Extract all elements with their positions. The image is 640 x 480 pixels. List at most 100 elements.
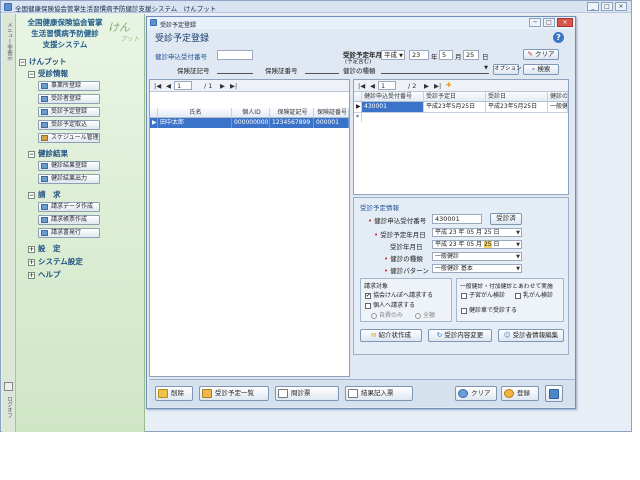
page-input[interactable]: 1 bbox=[378, 81, 396, 90]
cell-kind: 一般健診 bbox=[550, 102, 568, 112]
tree-root[interactable]: − けんプット bbox=[19, 56, 67, 67]
tree-section-billing[interactable]: − 請 求 bbox=[28, 189, 61, 200]
clear-button[interactable]: ✎ クリア bbox=[523, 49, 559, 60]
cell-plan-date: 平成23年5月25日 bbox=[424, 102, 486, 112]
tree-section-results[interactable]: − 健診結果 bbox=[28, 148, 68, 159]
bill-individual-checkbox[interactable]: 個人へ請求する bbox=[365, 300, 415, 309]
tree-section-settings[interactable]: + 設 定 bbox=[28, 243, 61, 254]
new-row[interactable]: * bbox=[354, 112, 568, 122]
search-button[interactable]: ⌕ 検索 bbox=[523, 64, 559, 75]
help-icon[interactable]: ? bbox=[553, 32, 564, 43]
logoff-label[interactable]: ログオフ bbox=[5, 396, 13, 418]
next-page-icon[interactable]: ▶ bbox=[424, 82, 429, 90]
exam-vehicle-checkbox[interactable]: 健診車で受診する bbox=[461, 305, 517, 314]
collapse-icon[interactable]: − bbox=[28, 150, 35, 158]
col-name[interactable]: 氏名 bbox=[158, 108, 232, 117]
questionnaire-button[interactable]: 問診票 bbox=[275, 386, 339, 401]
next-page-icon[interactable]: ▶ bbox=[220, 82, 225, 90]
delete-button[interactable]: 削除 bbox=[155, 386, 193, 401]
nav-company-registration[interactable]: 事業所登録 bbox=[38, 81, 100, 91]
prev-page-icon[interactable]: ◀ bbox=[166, 82, 171, 90]
tree-section-help[interactable]: + ヘルプ bbox=[28, 269, 61, 280]
hide-menu-label[interactable]: メニュー非表示 bbox=[5, 22, 13, 61]
nav-result-output[interactable]: 健診結果出力 bbox=[38, 174, 100, 184]
col-plan-date[interactable]: 受診予定日 bbox=[424, 92, 486, 101]
exam-type-select[interactable]: ▼ bbox=[381, 64, 489, 74]
clear-button[interactable]: クリア bbox=[455, 386, 497, 401]
change-exam-button[interactable]: ↻ 受診内容変更 bbox=[428, 329, 492, 342]
referral-button[interactable]: ✉ 紹介状作成 bbox=[360, 329, 422, 342]
col-id[interactable]: 個人ID bbox=[232, 108, 270, 117]
nav-billing-data[interactable]: 請求データ作成 bbox=[38, 202, 100, 212]
nav-schedule-management[interactable]: スケジュール管理 bbox=[38, 133, 100, 143]
uterine-cancer-checkbox[interactable]: 子宮がん検診 bbox=[461, 290, 505, 299]
last-page-icon[interactable]: ▶| bbox=[230, 82, 237, 90]
registered-button[interactable]: 受診済 bbox=[490, 213, 522, 225]
add-row-icon[interactable]: ✚ bbox=[446, 81, 451, 89]
table-row[interactable]: ▶ 430001 平成23年5月25日 平成23年5月25日 一般健診 bbox=[354, 102, 568, 112]
collapse-icon[interactable]: − bbox=[19, 58, 26, 66]
month-input[interactable]: 5 bbox=[439, 50, 453, 60]
logoff-icon[interactable] bbox=[4, 382, 13, 391]
detail-app-no-input[interactable]: 430001 bbox=[432, 214, 482, 224]
breast-cancer-checkbox[interactable]: 乳がん検診 bbox=[515, 290, 553, 299]
nav-result-registration[interactable]: 健診結果登録 bbox=[38, 161, 100, 171]
application-no-input[interactable] bbox=[217, 50, 253, 60]
self-pay-radio[interactable]: 自費のみ bbox=[371, 310, 403, 319]
col-code[interactable]: 保険証記号 bbox=[270, 108, 314, 117]
register-button[interactable]: 登録 bbox=[501, 386, 539, 401]
last-page-icon[interactable]: ▶| bbox=[434, 82, 441, 90]
expand-icon[interactable]: + bbox=[28, 258, 35, 266]
detail-pattern-label: • 健診パターン bbox=[384, 267, 429, 275]
menu-toggle-strip[interactable]: メニュー非表示 ログオフ bbox=[2, 14, 16, 432]
full-amount-radio[interactable]: 全額 bbox=[415, 310, 435, 319]
insurer-code-label: 保険証記号 bbox=[177, 67, 210, 75]
collapse-icon[interactable]: − bbox=[28, 70, 35, 78]
schedule-grid-header: 健診申込受付番号 受診予定日 受診日 健診の種 bbox=[354, 92, 568, 102]
insurer-no-input[interactable] bbox=[305, 65, 339, 74]
col-number[interactable]: 保険証番号 bbox=[314, 108, 349, 117]
insurer-code-input[interactable] bbox=[217, 65, 253, 74]
collapse-icon[interactable]: − bbox=[28, 191, 35, 199]
year-input[interactable]: 23 bbox=[409, 50, 429, 60]
page-input[interactable]: 1 bbox=[174, 81, 192, 90]
exit-button[interactable] bbox=[545, 385, 563, 402]
first-page-icon[interactable]: |◀ bbox=[358, 82, 365, 90]
col-kind[interactable]: 健診の種 bbox=[548, 92, 568, 101]
schedule-list-button[interactable]: 受診予定一覧 bbox=[199, 386, 269, 401]
minimize-button[interactable]: _ bbox=[587, 2, 599, 11]
expand-icon[interactable]: + bbox=[28, 245, 35, 253]
expand-icon[interactable]: + bbox=[28, 271, 35, 279]
bill-association-checkbox[interactable]: ✔ 協会けんぽへ請求する bbox=[365, 290, 433, 299]
prev-page-icon[interactable]: ◀ bbox=[370, 82, 375, 90]
maximize-button[interactable]: □ bbox=[601, 2, 613, 11]
nav-invoice-issue[interactable]: 請求書発行 bbox=[38, 228, 100, 238]
nav-patient-registration[interactable]: 受診者登録 bbox=[38, 94, 100, 104]
nav-schedule-import[interactable]: 受診予定取込 bbox=[38, 120, 100, 130]
first-page-icon[interactable]: |◀ bbox=[154, 82, 161, 90]
schedule-titlebar: 受診予定登録 ─ □ × bbox=[147, 17, 575, 29]
table-row[interactable]: ▶ 田中太郎 0000000001 1234567899 000001 bbox=[150, 118, 349, 128]
close-button[interactable]: × bbox=[557, 18, 573, 27]
option-button[interactable]: オプション bbox=[493, 64, 522, 75]
minimize-button[interactable]: ─ bbox=[529, 18, 541, 27]
chevron-down-icon: ▼ bbox=[516, 242, 520, 248]
tree-section-exam-info[interactable]: − 受診情報 bbox=[28, 68, 68, 79]
exam-kind-select[interactable]: 一般健診 ▼ bbox=[432, 252, 522, 261]
nav-billing-forms[interactable]: 請求帳票作成 bbox=[38, 215, 100, 225]
exam-pattern-select[interactable]: 一般健診 基本 ▼ bbox=[432, 264, 522, 273]
edit-patient-button[interactable]: ☺ 受診者情報編集 bbox=[498, 329, 564, 342]
tree-section-system-settings[interactable]: + システム設定 bbox=[28, 256, 83, 267]
nav-schedule-registration[interactable]: 受診予定登録 bbox=[38, 107, 100, 117]
sidebar: 全国健康保険協会管掌 生活習慣病予防健診 支援システム けん プット − けんプッ… bbox=[16, 14, 145, 432]
scheduled-date-picker[interactable]: 平成 23 年 05 月 25 日 ▼ bbox=[432, 228, 522, 237]
close-button[interactable]: × bbox=[615, 2, 627, 11]
col-app-no[interactable]: 健診申込受付番号 bbox=[362, 92, 424, 101]
era-select[interactable]: 平成 ▼ bbox=[381, 50, 405, 60]
maximize-button[interactable]: □ bbox=[543, 18, 555, 27]
exam-date-picker[interactable]: 平成 23 年 05 月 25 日 ▼ bbox=[432, 240, 522, 249]
day-input[interactable]: 25 bbox=[463, 50, 479, 60]
result-entry-button[interactable]: 結果記入票 bbox=[345, 386, 413, 401]
year-unit: 年 bbox=[431, 53, 438, 61]
col-exam-date[interactable]: 受診日 bbox=[486, 92, 548, 101]
